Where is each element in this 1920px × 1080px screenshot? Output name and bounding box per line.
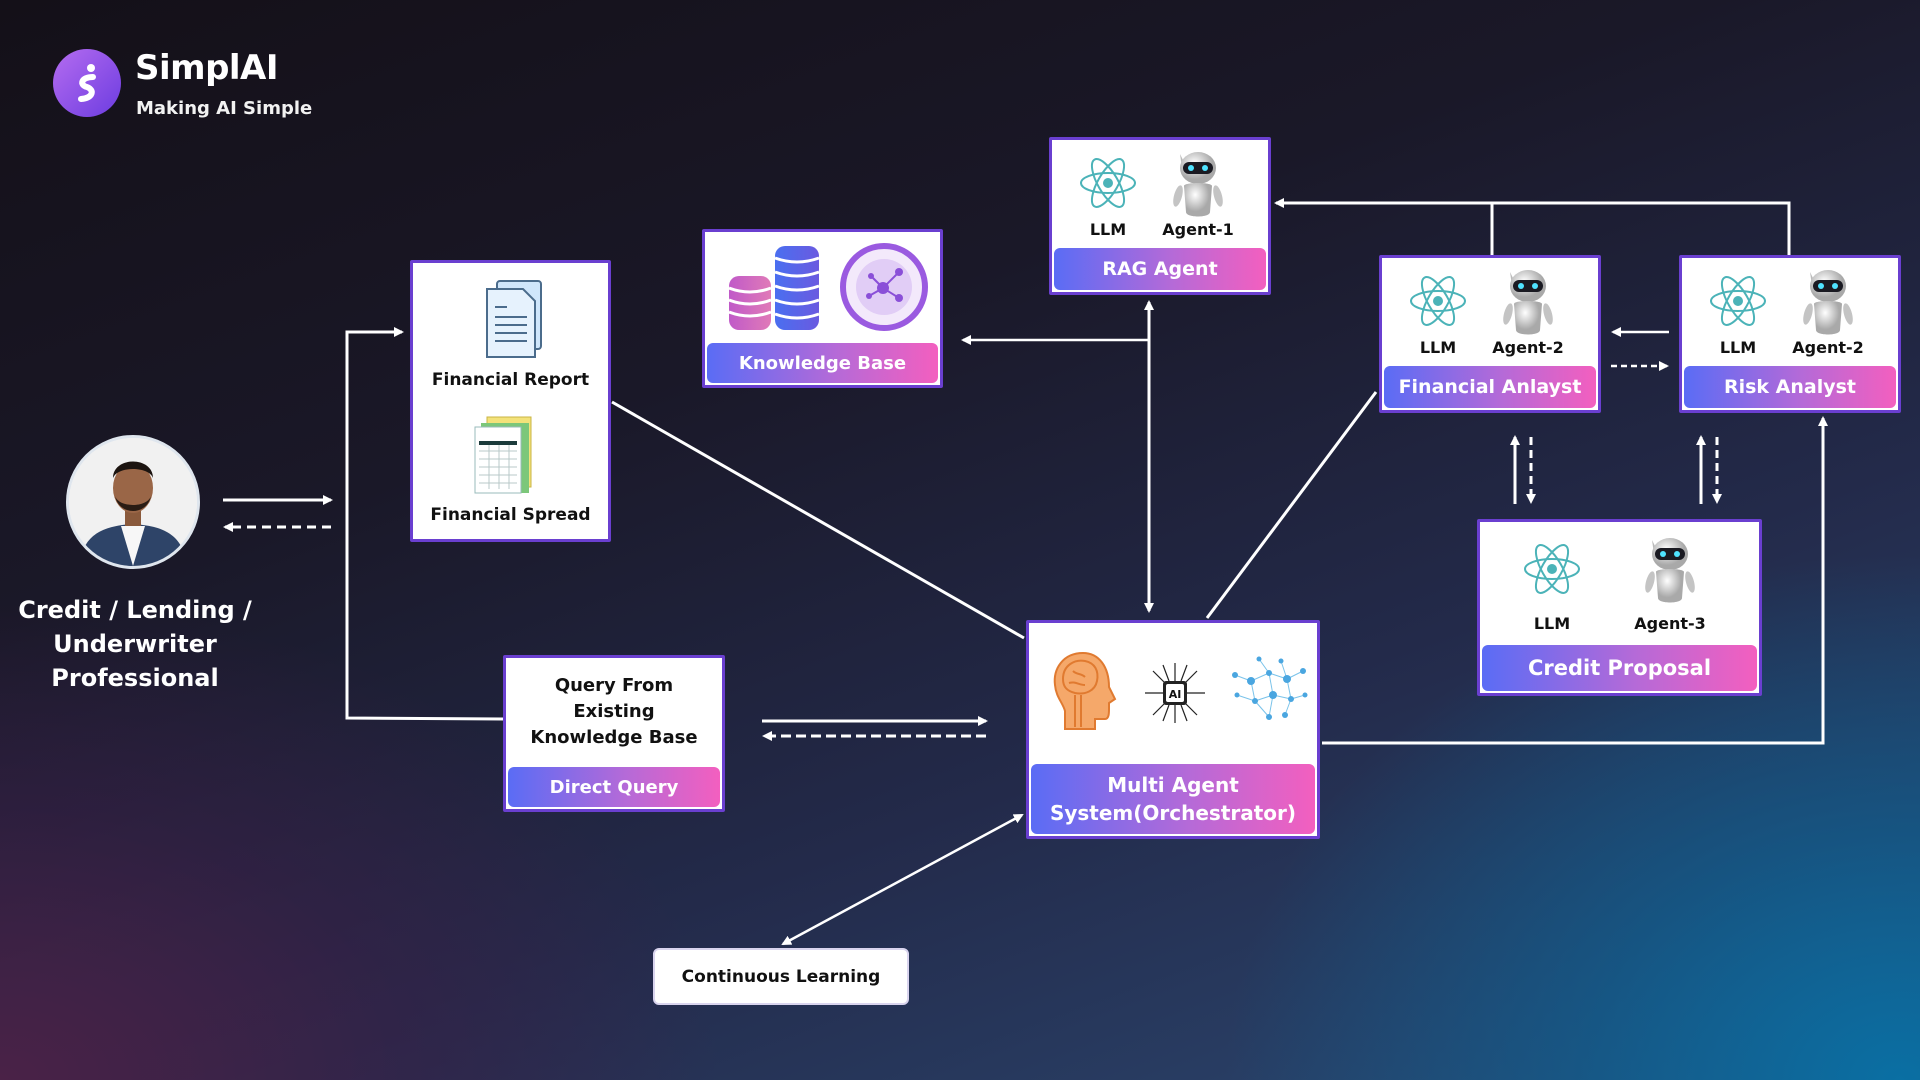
user-role-line: Underwriter	[53, 630, 217, 658]
financial-analyst-card[interactable]: LLM Agent-2 Financial Anlayst	[1379, 255, 1601, 413]
llm-atom-icon	[1408, 268, 1468, 338]
agent-label: Agent-2	[1792, 338, 1864, 357]
agent-card-title: RAG Agent	[1054, 248, 1266, 290]
direct-query-description: Query From Existing Knowledge Base	[506, 673, 722, 751]
orchestrator-label-line: Multi Agent	[1107, 773, 1239, 797]
financial-spread-label: Financial Spread	[430, 505, 591, 525]
direct-query-text-line: Query From	[554, 675, 674, 696]
direct-query-text-line: Existing	[573, 701, 655, 722]
robot-agent-icon	[1168, 146, 1228, 226]
user-role-line: Professional	[51, 664, 219, 692]
llm-atom-icon	[1078, 150, 1138, 220]
llm-atom-icon	[1522, 536, 1582, 606]
user-avatar	[66, 435, 200, 569]
direct-query-text-line: Knowledge Base	[530, 727, 698, 748]
user-role-line: Credit / Lending /	[18, 596, 252, 624]
user-role-label: Credit / Lending / Underwriter Professio…	[10, 593, 260, 695]
rag-agent-card[interactable]: LLM Agent-1 RAG Agent	[1049, 137, 1271, 295]
llm-label: LLM	[1533, 614, 1571, 633]
llm-label: LLM	[1089, 220, 1127, 239]
orchestrator-to-financial-analyst-line	[1205, 391, 1378, 619]
brain-head-icon	[1049, 651, 1119, 735]
credit-proposal-card[interactable]: LLM Agent-3 Credit Proposal	[1477, 519, 1762, 696]
agent-card-title: Financial Anlayst	[1384, 366, 1596, 408]
knowledge-graph-icon	[839, 242, 929, 336]
agent-label: Agent-1	[1162, 220, 1234, 239]
direct-query-card[interactable]: Query From Existing Knowledge Base Direc…	[503, 655, 725, 812]
neural-network-icon	[1229, 655, 1309, 729]
agent-card-title: Risk Analyst	[1684, 366, 1896, 408]
llm-label: LLM	[1419, 338, 1457, 357]
agent-card-title: Credit Proposal	[1482, 645, 1757, 691]
database-icon	[728, 242, 825, 336]
continuous-learning-box[interactable]: Continuous Learning	[653, 948, 909, 1005]
robot-agent-icon	[1640, 532, 1700, 612]
analysts-to-rag-arrow	[1274, 198, 1791, 255]
spreadsheet-icon	[473, 415, 537, 499]
agent-label: Agent-3	[1634, 614, 1706, 633]
logo-icon	[53, 49, 121, 117]
svg-text:AI: AI	[1169, 688, 1182, 701]
docs-to-orchestrator-line	[611, 400, 1025, 640]
orchestrator-label: Multi Agent System(Orchestrator)	[1031, 764, 1315, 834]
financial-report-label: Financial Report	[431, 370, 590, 390]
agent-label: Agent-2	[1492, 338, 1564, 357]
knowledge-base-card[interactable]: Knowledge Base	[702, 229, 943, 388]
direct-query-label: Direct Query	[508, 767, 720, 807]
llm-label: LLM	[1719, 338, 1757, 357]
robot-agent-icon	[1798, 264, 1858, 344]
document-icon	[483, 279, 547, 363]
llm-atom-icon	[1708, 268, 1768, 338]
financial-documents-card[interactable]: Financial Report Financial Spread	[410, 260, 611, 542]
risk-analyst-card[interactable]: LLM Agent-2 Risk Analyst	[1679, 255, 1901, 413]
orchestrator-card[interactable]: AI Multi Agent System(Orchestrator)	[1026, 620, 1320, 839]
ai-chip-icon: AI	[1143, 661, 1207, 729]
robot-agent-icon	[1498, 264, 1558, 344]
brand-tagline: Making AI Simple	[136, 98, 313, 119]
orchestrator-label-line: System(Orchestrator)	[1049, 801, 1297, 825]
knowledge-base-label: Knowledge Base	[707, 343, 938, 383]
orchestrator-learning-arrow	[781, 813, 1024, 946]
brand-name: SimplAI	[135, 48, 279, 88]
